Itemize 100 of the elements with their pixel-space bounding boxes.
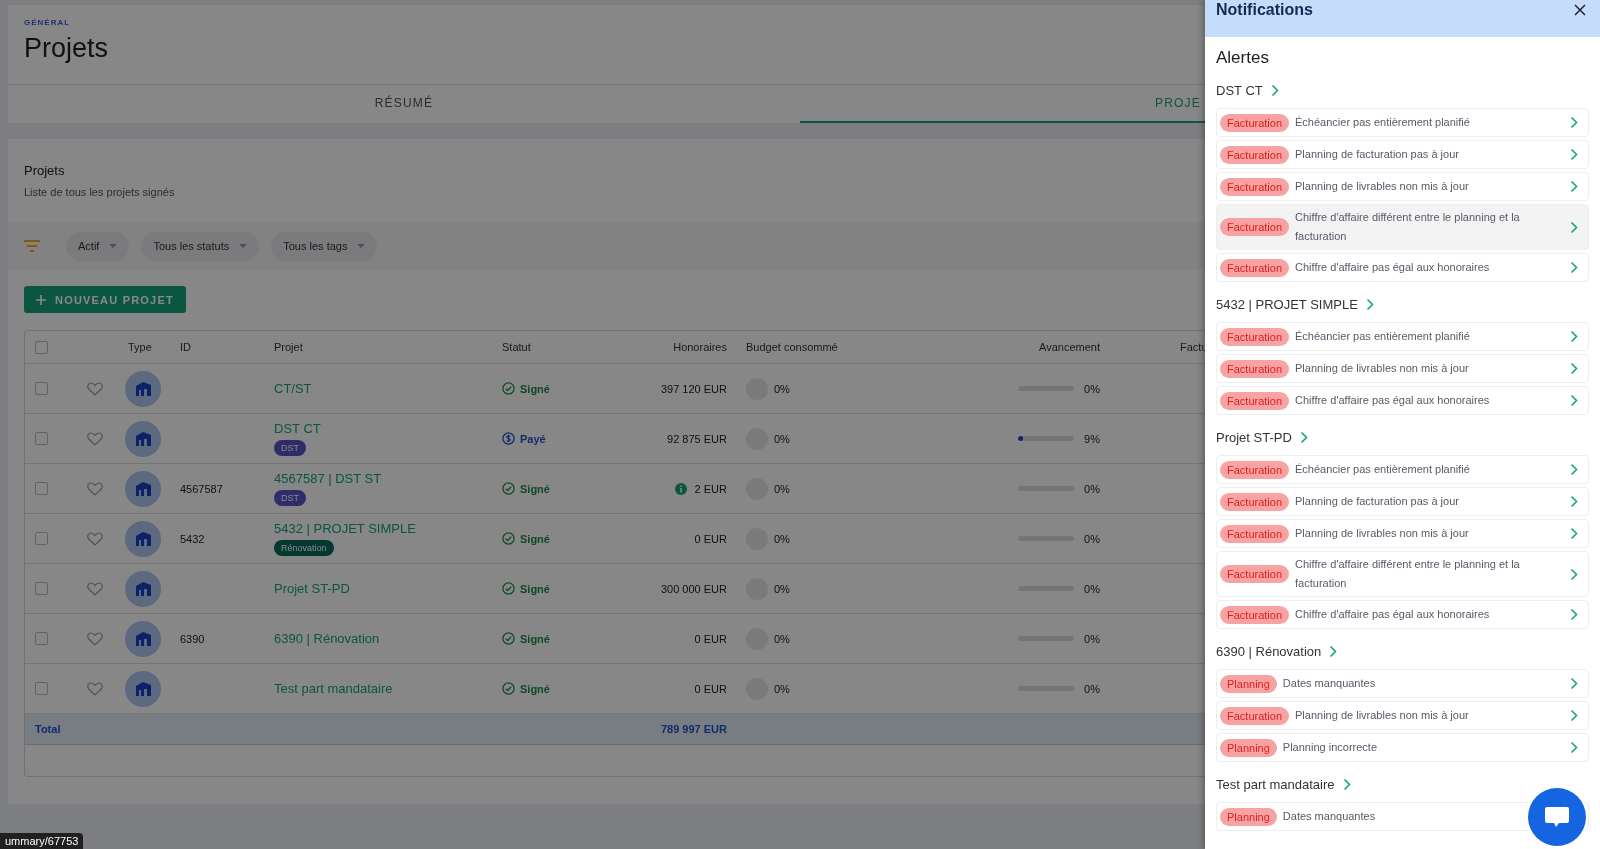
alert-item[interactable]: Facturation Échéancier pas entièrement planifié (1216, 322, 1589, 351)
project-heading[interactable]: Test part mandataire (1216, 777, 1335, 792)
chevron-right-icon (1570, 261, 1578, 274)
alert-item[interactable]: Facturation Échéancier pas entièrement planifié (1216, 108, 1589, 137)
budget-percent: 0% (774, 432, 790, 445)
heart-icon[interactable] (87, 381, 103, 396)
check-circle-icon (502, 632, 515, 645)
filter-dropdown[interactable]: Tous les tags (271, 231, 378, 261)
column-header[interactable]: Avancement (1039, 341, 1100, 353)
column-header[interactable]: Statut (502, 341, 531, 353)
chevron-right-icon (1570, 567, 1578, 581)
project-tag: Rénovation (274, 540, 334, 556)
alert-item[interactable]: Facturation Chiffre d'affaire différent entre le planning et la facturation (1216, 551, 1589, 597)
heart-icon[interactable] (87, 481, 103, 496)
fees-amount: 92 875 EUR (667, 432, 727, 445)
alert-item[interactable]: Facturation Planning de livrables non mis à jour (1216, 172, 1589, 201)
alert-item[interactable]: Facturation Planning de livrables non mis à jour (1216, 354, 1589, 383)
alert-item[interactable]: Facturation Planning de livrables non mis à jour (1216, 519, 1589, 548)
heart-icon[interactable] (87, 581, 103, 596)
checkbox[interactable] (35, 582, 48, 595)
chevron-right-icon (1570, 330, 1578, 343)
category-badge: Facturation (1220, 359, 1290, 378)
checkbox[interactable] (35, 682, 48, 695)
chevron-right-icon (1570, 148, 1578, 161)
category-badge: Planning (1220, 674, 1277, 693)
heart-icon[interactable] (87, 431, 103, 446)
filter-icon[interactable] (24, 240, 40, 252)
column-header[interactable]: Honoraires (673, 341, 727, 353)
category-badge: Facturation (1220, 113, 1290, 132)
chevron-right-icon (1270, 84, 1279, 97)
chevron-right-icon (1570, 463, 1578, 476)
alert-message: Planning de facturation pas à jour (1295, 494, 1459, 509)
plus-icon (36, 294, 46, 305)
chevron-right-icon (1342, 778, 1351, 791)
alert-item[interactable]: Facturation Chiffre d'affaire pas égal aux honoraires (1216, 386, 1589, 415)
heart-icon[interactable] (87, 681, 103, 696)
category-badge: Facturation (1220, 524, 1290, 543)
alert-item[interactable]: Facturation Échéancier pas entièrement planifié (1216, 455, 1589, 484)
filter-dropdown[interactable]: Tous les statuts (141, 231, 260, 261)
checkbox[interactable] (35, 340, 48, 354)
column-header[interactable]: Budget consommé (746, 341, 838, 353)
alert-item[interactable]: Planning Planning incorrecte (1216, 733, 1589, 762)
breadcrumb[interactable]: GÉNÉRAL (24, 18, 71, 27)
column-header[interactable]: Type (128, 341, 152, 353)
budget-percent: 0% (774, 482, 790, 495)
alert-item[interactable]: Facturation Planning de livrables non mis à jour (1216, 701, 1589, 730)
chevron-right-icon (1570, 180, 1578, 193)
heart-icon[interactable] (87, 531, 103, 546)
building-icon (135, 431, 151, 446)
project-heading[interactable]: Projet ST-PD (1216, 430, 1292, 445)
alert-item[interactable]: Facturation Chiffre d'affaire pas égal aux honoraires (1216, 253, 1589, 282)
project-tag: DST (274, 440, 306, 456)
chevron-right-icon (1570, 709, 1578, 722)
alert-message: Planning de facturation pas à jour (1295, 147, 1459, 162)
chevron-right-icon (1570, 677, 1578, 690)
building-icon (135, 531, 151, 546)
project-heading[interactable]: 6390 | Rénovation (1216, 644, 1322, 659)
alert-item[interactable]: Facturation Planning de facturation pas à jour (1216, 140, 1589, 169)
check-circle-icon (502, 582, 515, 595)
alert-message: Chiffre d'affaire pas égal aux honoraires (1295, 393, 1490, 408)
project-heading[interactable]: DST CT (1216, 83, 1263, 98)
project-tag: DST (274, 490, 306, 506)
alert-message: Échéancier pas entièrement planifié (1295, 462, 1470, 477)
caret-icon (239, 244, 248, 248)
chevron-right-icon (1570, 116, 1578, 129)
progress-percent: 0% (1084, 532, 1100, 545)
total-fees: 789 997 EUR (660, 723, 727, 735)
dollar-circle-icon (502, 432, 515, 445)
filter-dropdown[interactable]: Actif (66, 231, 130, 261)
column-header[interactable]: ID (180, 341, 191, 353)
chevron-right-icon (1570, 741, 1578, 754)
close-icon[interactable] (1574, 4, 1586, 16)
fees-amount: 0 EUR (694, 682, 727, 695)
alert-message: Planning de livrables non mis à jour (1295, 179, 1469, 194)
caret-icon (357, 244, 366, 248)
alert-message: Échéancier pas entièrement planifié (1295, 329, 1470, 344)
tab[interactable]: RÉSUMÉ (8, 85, 800, 123)
checkbox[interactable] (35, 482, 48, 495)
chevron-right-icon (1570, 495, 1578, 508)
alert-item[interactable]: Planning Dates manquantes (1216, 669, 1589, 698)
check-circle-icon (502, 482, 515, 495)
check-circle-icon (502, 382, 515, 395)
alert-item[interactable]: Facturation Chiffre d'affaire différent entre le planning et la facturation (1216, 204, 1589, 250)
category-badge: Facturation (1220, 706, 1290, 725)
checkbox[interactable] (35, 532, 48, 545)
check-circle-icon (502, 532, 515, 545)
building-icon (135, 581, 151, 596)
category-badge: Facturation (1220, 492, 1290, 511)
alert-item[interactable]: Facturation Planning de facturation pas à jour (1216, 487, 1589, 516)
status-label: Signé (520, 682, 550, 695)
checkbox[interactable] (35, 382, 48, 395)
total-label: Total (35, 723, 61, 735)
alert-item[interactable]: Facturation Chiffre d'affaire pas égal aux honoraires (1216, 600, 1589, 629)
check-circle-icon (502, 682, 515, 695)
checkbox[interactable] (35, 632, 48, 645)
heart-icon[interactable] (87, 631, 103, 646)
column-header[interactable]: Projet (274, 341, 303, 353)
project-heading[interactable]: 5432 | PROJET SIMPLE (1216, 297, 1358, 312)
checkbox[interactable] (35, 432, 48, 445)
budget-percent: 0% (774, 682, 790, 695)
